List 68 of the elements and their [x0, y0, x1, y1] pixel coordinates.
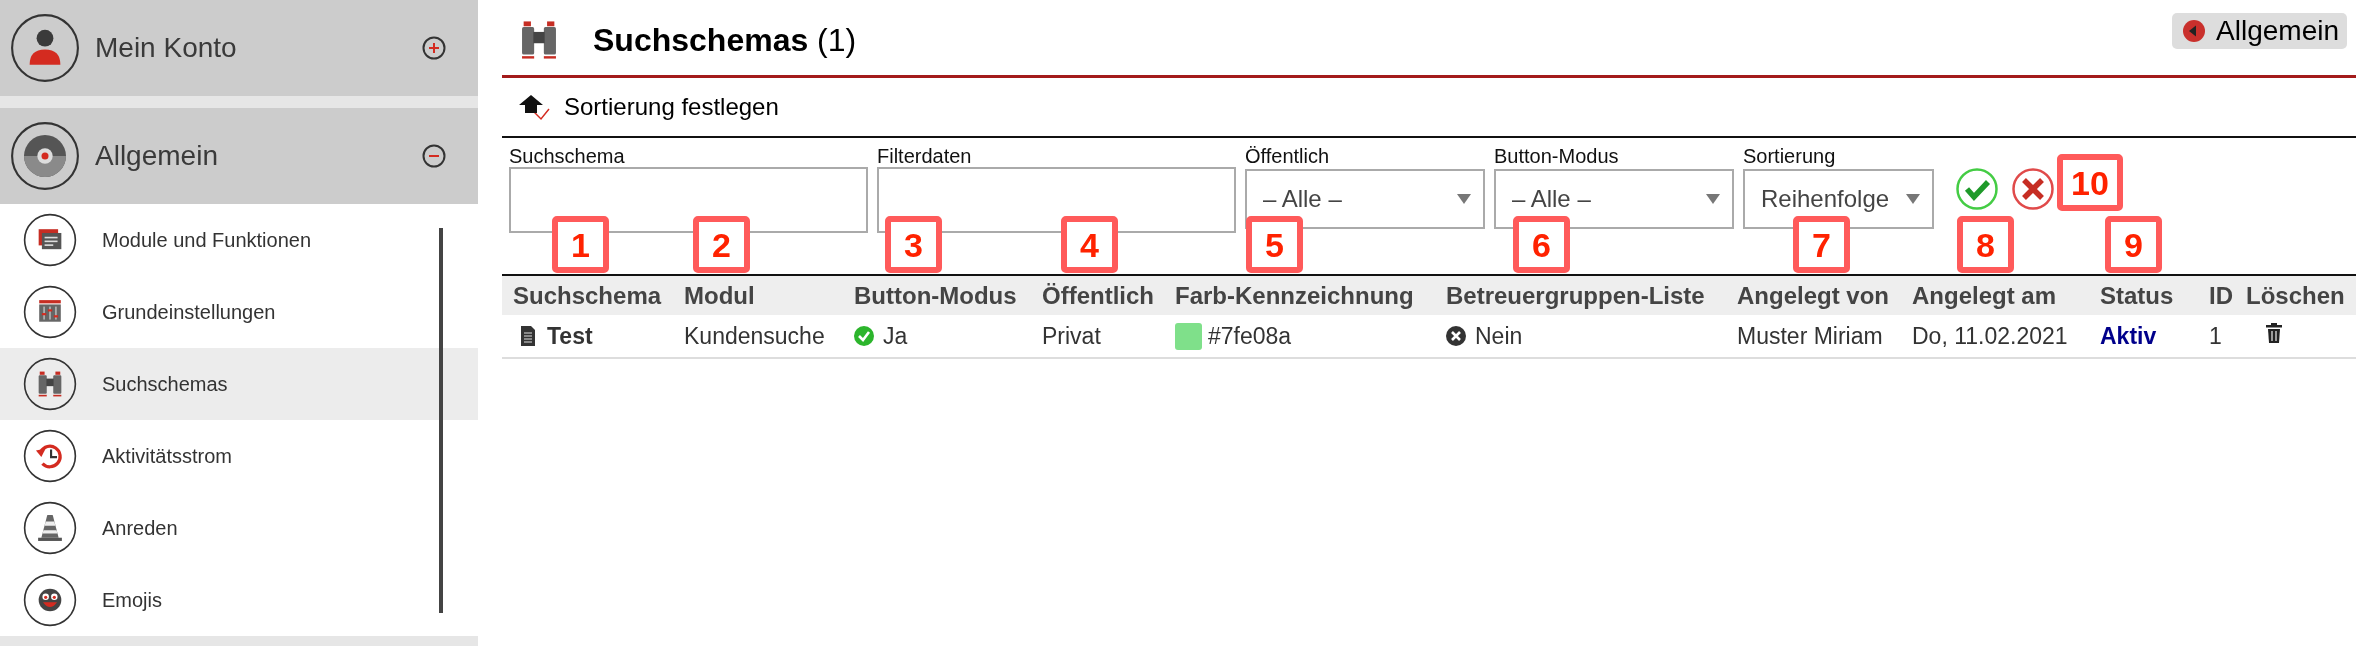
dropdown[interactable]: – Alle –: [1245, 169, 1485, 229]
sort-icon: [519, 93, 551, 121]
callout-number: 10: [2057, 154, 2123, 211]
trash-icon[interactable]: [2266, 323, 2282, 343]
document-icon: [521, 326, 535, 346]
table-cell-text: Privat: [1042, 321, 1101, 351]
arrow-left-icon: [2182, 19, 2207, 43]
callout-number: 3: [885, 216, 942, 273]
section-header[interactable]: Allgemein: [0, 108, 478, 204]
table-cell-text: Ja: [883, 321, 908, 351]
column-header: Betreuergruppen-Liste: [1445, 280, 1706, 311]
column-header: Löschen: [2245, 280, 2346, 311]
field-label: Sortierung: [1743, 146, 1837, 166]
field-label: Filterdaten: [877, 146, 973, 166]
smiley-icon: [23, 573, 77, 627]
disc-icon: [10, 121, 80, 191]
field-label: Button-Modus: [1494, 146, 1620, 166]
column-header: Status: [2099, 280, 2175, 311]
callout-number: 1: [552, 216, 609, 273]
sort-link[interactable]: Sortierung festlegen: [519, 89, 779, 125]
callout-number: 4: [1061, 216, 1118, 273]
table-cell-text: Do, 11.02.2021: [1912, 321, 2068, 351]
back-button[interactable]: Allgemein: [2172, 13, 2347, 49]
traffic-cone-icon: [23, 501, 77, 555]
folder-icon: [23, 213, 77, 267]
history-icon: [23, 429, 77, 483]
field-label: Suchschema: [509, 146, 626, 166]
callout-number: 6: [1513, 216, 1570, 273]
table-cell-text: #7fe08a: [1208, 321, 1292, 351]
caret-icon: [1457, 194, 1471, 204]
section-header[interactable]: Mein Konto: [0, 0, 478, 96]
sidebar-item[interactable]: Suchschemas: [0, 348, 478, 420]
binoculars-icon: [23, 357, 77, 411]
column-header: ID: [2208, 280, 2234, 311]
callout-number: 2: [693, 216, 750, 273]
table-cell-text: 1: [2209, 321, 2222, 351]
field-label: Öffentlich: [1245, 146, 1331, 166]
callout-number: 7: [1793, 216, 1850, 273]
column-header: Modul: [683, 280, 756, 311]
dropdown[interactable]: Reihenfolge: [1743, 169, 1934, 229]
column-header: Suchschema: [512, 280, 663, 311]
column-header: Angelegt am: [1911, 280, 2058, 311]
table-cell-text: Muster Miriam: [1737, 321, 1883, 351]
table-cell-text: Test: [547, 321, 593, 351]
minus-circle-icon[interactable]: [422, 144, 446, 168]
input-field[interactable]: [509, 167, 868, 233]
page-title: Suchschemas (1): [593, 20, 857, 60]
callout-number: 8: [1957, 216, 2014, 273]
table-cell-text: Kundensuche: [684, 321, 825, 351]
scrollbar[interactable]: [439, 228, 443, 613]
sliders-icon: [23, 285, 77, 339]
caret-icon: [1906, 194, 1920, 204]
x-circle-icon[interactable]: [2012, 168, 2054, 210]
column-header: Angelegt von: [1736, 280, 1890, 311]
person-icon: [10, 13, 80, 83]
caret-icon: [1706, 194, 1720, 204]
plus-circle-icon[interactable]: [422, 36, 446, 60]
status-link[interactable]: Aktiv: [2100, 318, 2157, 354]
check-circle-icon[interactable]: [1956, 168, 1998, 210]
table-cell-text: Nein: [1475, 321, 1523, 351]
binoculars-icon: [519, 18, 559, 61]
column-header: Öffentlich: [1041, 280, 1155, 311]
callout-number: 9: [2105, 216, 2162, 273]
callout-number: 5: [1246, 216, 1303, 273]
dropdown[interactable]: – Alle –: [1494, 169, 1734, 229]
input-field[interactable]: [877, 167, 1236, 233]
column-header: Button-Modus: [853, 280, 1018, 311]
column-header: Farb-Kennzeichnung: [1174, 280, 1415, 311]
